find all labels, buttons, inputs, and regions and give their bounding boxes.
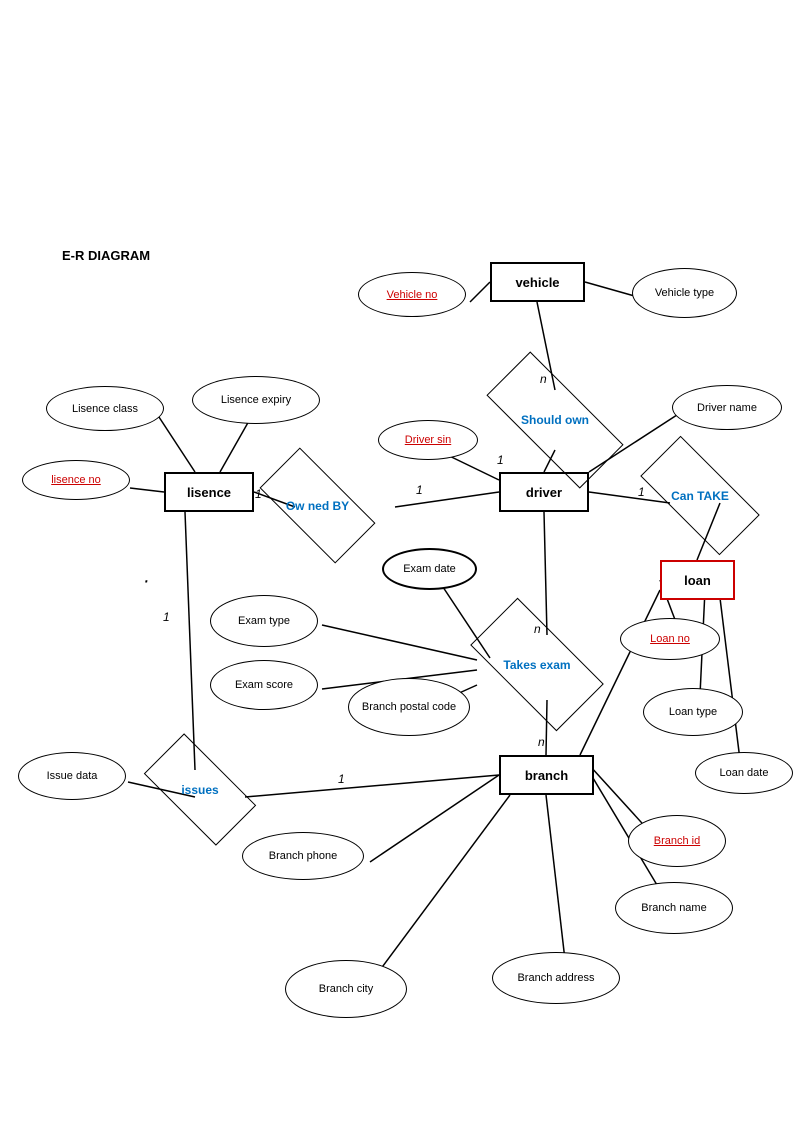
cardinality-n2: n — [534, 622, 541, 636]
attribute-vehicle-no: Vehicle no — [358, 272, 466, 317]
cardinality-1b: 1 — [416, 483, 423, 497]
relationship-takes-exam: Takes exam — [477, 632, 597, 697]
relationship-owned-by: Ow ned BY — [265, 478, 370, 533]
attribute-exam-type: Exam type — [210, 595, 318, 647]
attribute-exam-score: Exam score — [210, 660, 318, 710]
attribute-loan-date: Loan date — [695, 752, 793, 794]
attribute-branch-phone: Branch phone — [242, 832, 364, 880]
cardinality-1e: 1 — [338, 772, 345, 786]
attribute-branch-name: Branch name — [615, 882, 733, 934]
relationship-issues: issues — [150, 762, 250, 817]
attribute-branch-id: Branch id — [628, 815, 726, 867]
attribute-loan-type: Loan type — [643, 688, 743, 736]
attribute-issue-data: Issue data — [18, 752, 126, 800]
entity-lisence: lisence — [164, 472, 254, 512]
diagram-title: E-R DIAGRAM — [62, 248, 150, 263]
attribute-exam-date: Exam date — [382, 548, 477, 590]
cardinality-1f: 1 — [638, 485, 645, 499]
relationship-can-take: Can TAKE — [645, 468, 755, 523]
attribute-vehicle-type: Vehicle type — [632, 268, 737, 318]
attribute-branch-postal: Branch postal code — [348, 678, 470, 736]
relationship-should-own: Should own — [490, 390, 620, 450]
entity-loan: loan — [660, 560, 735, 600]
cardinality-n3: n — [538, 735, 545, 749]
entity-vehicle: vehicle — [490, 262, 585, 302]
entity-branch: branch — [499, 755, 594, 795]
attribute-loan-no: Loan no — [620, 618, 720, 660]
attribute-branch-address: Branch address — [492, 952, 620, 1004]
attribute-lisence-class: Lisence class — [46, 386, 164, 431]
er-diagram-canvas: E-R DIAGRAM vehicle lisence driver loan … — [0, 0, 800, 1131]
attribute-branch-city: Branch city — [285, 960, 407, 1018]
cardinality-1d: 1 — [163, 610, 170, 624]
cardinality-n1: n — [540, 372, 547, 386]
attribute-lisence-expiry: Lisence expiry — [192, 376, 320, 424]
dot-marker: · — [143, 570, 150, 593]
attribute-driver-name: Driver name — [672, 385, 782, 430]
cardinality-1a: 1 — [497, 453, 504, 467]
attribute-driver-sin: Driver sin — [378, 420, 478, 460]
cardinality-1c: 1 — [255, 487, 262, 501]
attribute-lisence-no: lisence no — [22, 460, 130, 500]
